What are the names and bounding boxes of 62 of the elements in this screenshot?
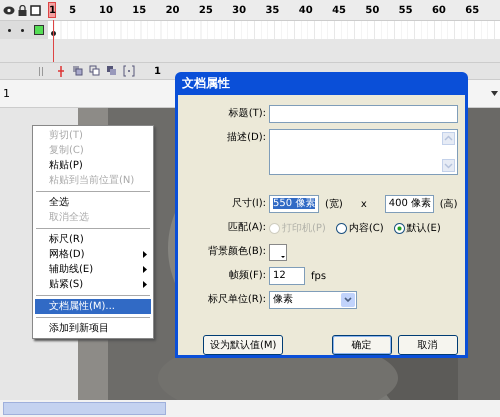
frame-number: 40 [298,4,314,16]
current-frame: 1 [154,66,161,76]
title-field[interactable] [269,105,458,123]
frame-number: 10 [98,4,114,16]
edit-frames-icon[interactable] [106,65,118,77]
menu-item[interactable]: 粘贴(P) [35,158,151,173]
times-sign: x [360,198,367,210]
dialog-title: 文档属性 [181,75,231,92]
frame-number: 25 [198,4,214,16]
frame-number: 65 [464,4,480,16]
radio-button[interactable] [394,222,405,234]
onion-outline-icon[interactable] [89,65,101,77]
onion-skin-icon[interactable] [72,65,84,77]
center-frame-icon[interactable] [55,65,67,77]
field-label: 尺寸(I): [230,196,266,211]
onion-markers-icon[interactable] [123,65,135,77]
dialog-button[interactable]: 设为默认值(M) [203,335,284,355]
frame-number: 50 [364,4,380,16]
frame-number: 55 [398,4,414,16]
radio-option[interactable]: 默认(E) [394,221,441,235]
dropdown-arrow-icon[interactable] [491,91,498,96]
frame-number: 60 [430,4,447,16]
unit-label: (宽) [325,198,343,211]
menu-item[interactable]: 贴紧(S) [35,277,151,292]
dot-icon[interactable] [8,28,11,32]
playhead[interactable]: 1 [48,2,56,18]
field-label: 标题(T): [228,106,266,121]
ruler-units-dropdown[interactable]: 像素 [269,291,357,309]
unit-label: fps [311,270,326,282]
radio-option[interactable]: 内容(C) [336,221,384,235]
field-label: 标尺单位(R): [206,292,266,307]
frame-number: 15 [131,4,148,16]
menu-item[interactable]: 全选 [35,195,151,210]
frame-rate-field[interactable]: 12 [269,267,305,285]
field-label: 匹配(A): [226,221,266,235]
radio-button[interactable] [336,222,347,234]
field-label: 帧频(F): [228,268,266,283]
frame-number: 5 [68,4,78,16]
menu-item[interactable]: 文档属性(M)... [35,299,151,314]
width-field[interactable]: 550 像素 [269,195,319,213]
frame-number: 20 [164,4,180,16]
menu-item[interactable]: 添加到新项目 [35,321,151,336]
frame-number: 30 [231,4,248,16]
menu-item[interactable]: 标尺(R) [35,232,151,247]
unit-label: (高) [440,198,458,211]
layer-outline-icon[interactable] [34,25,44,35]
height-field[interactable]: 400 像素 [384,195,434,213]
scrollbar-thumb[interactable] [3,402,166,415]
dot-icon[interactable] [21,28,24,32]
menu-item[interactable]: 辅助线(E) [35,262,151,277]
eye-icon[interactable] [3,6,15,14]
dialog-button[interactable]: 取消 [398,335,458,355]
frame-number: 45 [331,4,347,16]
field-label: 背景颜色(B): [206,244,266,259]
outline-icon[interactable] [30,4,41,16]
menu-item[interactable]: 网格(D) [35,247,151,262]
color-swatch[interactable] [269,244,287,260]
frame-number: 35 [264,4,280,16]
dialog-button[interactable]: 确定 [332,335,392,355]
scene-label: 1 [3,87,10,100]
field-label: 描述(D): [226,130,266,145]
lock-icon[interactable] [18,4,27,16]
